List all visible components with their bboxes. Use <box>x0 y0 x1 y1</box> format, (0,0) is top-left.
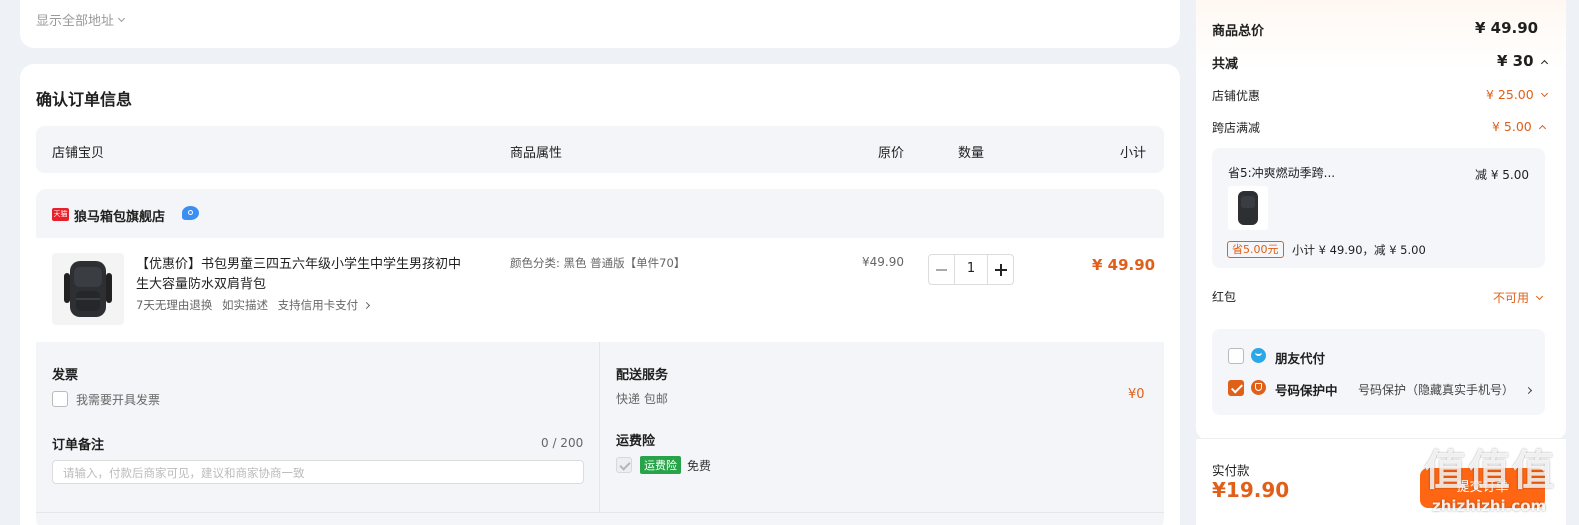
item-original-price: ¥49.90 <box>862 255 904 269</box>
chevron-up-icon <box>1540 59 1548 68</box>
options-box <box>1212 329 1545 415</box>
bottom-divider <box>36 512 1164 513</box>
invoice-checkbox[interactable] <box>52 391 68 407</box>
remark-input[interactable]: 请输入，付款后商家可见，建议和商家协商一致 <box>52 460 584 484</box>
item-title[interactable]: 【优惠价】书包男童三四五六年级小学生中学生男孩初中 生大容量防水双肩背包 <box>136 255 496 295</box>
shop-discount-amount: ¥ 25.00 <box>1486 87 1534 102</box>
tag-7day-return: 7天无理由退换 <box>136 298 213 312</box>
column-attributes: 商品属性 <box>510 146 563 161</box>
item-subtotal: ¥ 49.90 <box>1092 256 1156 274</box>
friend-pay-icon <box>1251 348 1266 363</box>
pay-label: 实付款 <box>1212 463 1250 478</box>
shipping-insurance-title: 运费险 <box>616 434 656 449</box>
total-reduce-label: 共减 <box>1212 57 1239 72</box>
privacy-label: 号码保护中 <box>1275 383 1338 398</box>
friend-pay-label[interactable]: 朋友代付 <box>1275 348 1325 367</box>
delivery-title: 配送服务 <box>616 368 669 383</box>
promo-thumbnail <box>1228 186 1268 230</box>
chevron-right-icon <box>1524 386 1533 395</box>
tag-as-described: 如实描述 <box>221 298 268 312</box>
remark-title: 订单备注 <box>52 438 105 453</box>
backpack-icon <box>1238 191 1258 225</box>
shipping-insurance-badge: 运费险 <box>640 456 681 474</box>
total-reduce-amount: ¥ 30 <box>1497 52 1534 70</box>
quantity-value[interactable]: 1 <box>956 261 986 276</box>
privacy-detail-label: 号码保护（隐藏真实手机号） <box>1358 383 1515 397</box>
total-price-value: ¥ 49.90 <box>1475 19 1539 37</box>
item-service-tags: 7天无理由退换 如实描述 支持信用卡支付 <box>136 297 371 313</box>
tmall-badge-label: 天猫 <box>53 210 68 218</box>
item-title-line1: 【优惠价】书包男童三四五六年级小学生中学生男孩初中 <box>136 257 462 272</box>
address-card <box>20 0 1180 48</box>
minus-icon <box>936 269 947 271</box>
delivery-value: 快递 包邮 <box>616 392 668 406</box>
red-packet-value[interactable]: 不可用 <box>1493 289 1544 306</box>
decrease-quantity-button[interactable] <box>929 255 955 284</box>
increase-quantity-button[interactable] <box>987 255 1013 284</box>
order-table-header <box>36 126 1164 173</box>
promo-tag: 省5.00元 <box>1227 241 1284 258</box>
red-packet-label: 红包 <box>1212 290 1237 304</box>
order-section-title: 确认订单信息 <box>36 90 133 109</box>
shield-icon <box>1251 380 1266 395</box>
watermark-logo: 值值值 <box>1424 446 1557 495</box>
promo-detail: 小计 ¥ 49.90，减 ¥ 5.00 <box>1292 243 1426 257</box>
shop-discount-value[interactable]: ¥ 25.00 <box>1486 87 1548 102</box>
shop-discount-label: 店铺优惠 <box>1212 89 1261 103</box>
cross-store-amount: ¥ 5.00 <box>1492 119 1532 134</box>
chevron-down-icon <box>1540 89 1548 98</box>
privacy-detail[interactable]: 号码保护（隐藏真实手机号） <box>1358 381 1533 398</box>
section-divider <box>599 342 600 512</box>
remark-counter: 0 / 200 <box>541 436 584 450</box>
pay-value: ¥19.90 <box>1212 478 1290 502</box>
shipping-insurance-checkbox <box>616 457 632 473</box>
column-quantity: 数量 <box>958 146 985 161</box>
promo-title: 省5:冲爽燃动季跨... <box>1228 166 1336 180</box>
wangwang-chat-icon[interactable] <box>182 206 199 220</box>
cross-store-label: 跨店满减 <box>1212 121 1261 135</box>
column-original-price: 原价 <box>878 146 905 161</box>
chevron-up-icon <box>1538 124 1546 133</box>
show-all-address-link[interactable]: 显示全部地址 <box>36 10 126 29</box>
item-title-line2: 生大容量防水双肩背包 <box>136 277 267 292</box>
red-packet-status: 不可用 <box>1493 291 1530 305</box>
item-attribute: 颜色分类: 黑色 普通版【单件70】 <box>510 256 686 270</box>
privacy-checkbox[interactable] <box>1228 380 1244 396</box>
invoice-title: 发票 <box>52 368 79 383</box>
invoice-checkbox-label[interactable]: 我需要开具发票 <box>76 391 160 408</box>
chevron-down-icon <box>1535 292 1544 301</box>
delivery-price: ¥0 <box>1128 387 1145 402</box>
remark-placeholder: 请输入，付款后商家可见，建议和商家协商一致 <box>63 466 305 480</box>
show-all-address-label: 显示全部地址 <box>36 14 115 29</box>
tag-credit-card[interactable]: 支持信用卡支付 <box>278 298 359 312</box>
shipping-insurance-value: 免费 <box>687 459 712 473</box>
chevron-right-icon <box>363 301 371 310</box>
total-reduce-value[interactable]: ¥ 30 <box>1497 52 1548 70</box>
tmall-badge: 天猫 <box>52 208 69 221</box>
shop-name[interactable]: 狼马箱包旗舰店 <box>74 206 165 225</box>
column-subtotal: 小计 <box>1120 146 1147 161</box>
promo-reduce: 减 ¥ 5.00 <box>1475 168 1529 182</box>
watermark-url: zhizhizhi.com <box>1432 497 1547 515</box>
cross-store-value[interactable]: ¥ 5.00 <box>1492 119 1546 134</box>
friend-pay-checkbox[interactable] <box>1228 348 1244 364</box>
column-shop-item: 店铺宝贝 <box>52 146 105 161</box>
total-price-label: 商品总价 <box>1212 24 1265 39</box>
chevron-down-icon <box>117 14 126 23</box>
backpack-icon <box>64 261 112 317</box>
product-image[interactable] <box>52 253 124 325</box>
